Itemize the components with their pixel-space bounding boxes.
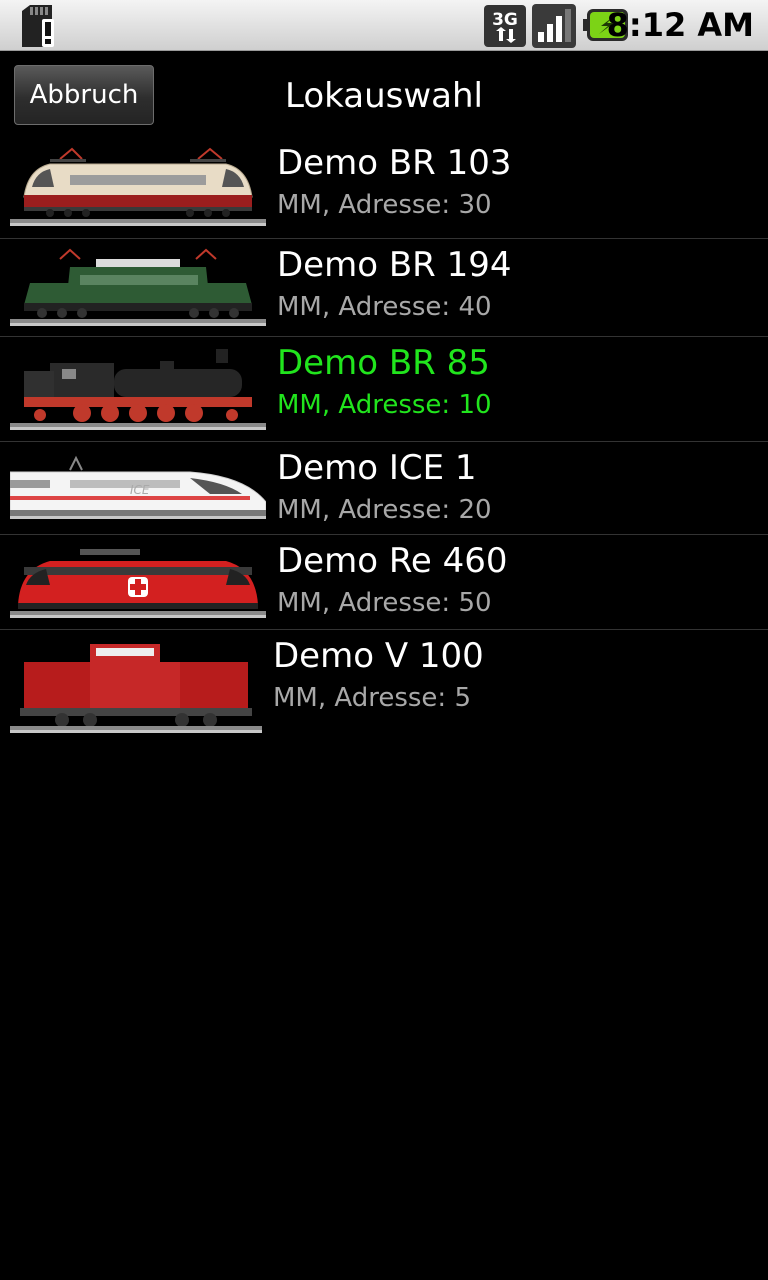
v100-locomotive-image xyxy=(10,644,262,733)
loco-name: Demo BR 194 xyxy=(277,245,512,285)
loco-address: MM, Adresse: 20 xyxy=(277,495,492,525)
loco-item-br194[interactable]: Demo BR 194 MM, Adresse: 40 xyxy=(0,239,768,337)
loco-name: Demo ICE 1 xyxy=(277,448,477,488)
loco-name: Demo V 100 xyxy=(273,636,484,676)
loco-item-br85[interactable]: Demo BR 85 MM, Adresse: 10 xyxy=(0,337,768,442)
sd-card-alert-icon xyxy=(22,5,54,47)
loco-address: MM, Adresse: 5 xyxy=(273,683,471,713)
status-time: 8:12 AM xyxy=(606,6,754,44)
status-bar: 3G 8:12 AM xyxy=(0,0,768,51)
br103-locomotive-image xyxy=(10,147,266,226)
loco-address: MM, Adresse: 40 xyxy=(277,292,492,322)
loco-name: Demo Re 460 xyxy=(277,541,508,581)
network-3g-icon: 3G xyxy=(484,5,526,47)
br85-steam-locomotive-image xyxy=(10,349,266,430)
page-title: Lokauswahl xyxy=(285,76,483,116)
loco-list: Demo BR 103 MM, Adresse: 30 Demo BR 194 … xyxy=(0,137,768,742)
ice1-locomotive-image: ICE xyxy=(10,455,266,519)
network-type-label: 3G xyxy=(492,10,518,30)
svg-text:ICE: ICE xyxy=(130,483,150,497)
br194-locomotive-image xyxy=(10,248,266,326)
loco-name: Demo BR 85 xyxy=(277,343,490,383)
loco-address: MM, Adresse: 10 xyxy=(277,390,492,420)
dialog-header: Abbruch Lokauswahl xyxy=(0,51,768,137)
loco-address: MM, Adresse: 30 xyxy=(277,190,492,220)
loco-item-re460[interactable]: Demo Re 460 MM, Adresse: 50 xyxy=(0,535,768,630)
re460-locomotive-image xyxy=(10,549,266,618)
loco-item-br103[interactable]: Demo BR 103 MM, Adresse: 30 xyxy=(0,137,768,239)
loco-name: Demo BR 103 xyxy=(277,143,512,183)
signal-icon xyxy=(532,4,576,48)
loco-item-v100[interactable]: Demo V 100 MM, Adresse: 5 xyxy=(0,630,768,742)
loco-address: MM, Adresse: 50 xyxy=(277,588,492,618)
loco-item-ice1[interactable]: ICE Demo ICE 1 MM, Adresse: 20 xyxy=(0,442,768,535)
cancel-button[interactable]: Abbruch xyxy=(14,65,154,125)
